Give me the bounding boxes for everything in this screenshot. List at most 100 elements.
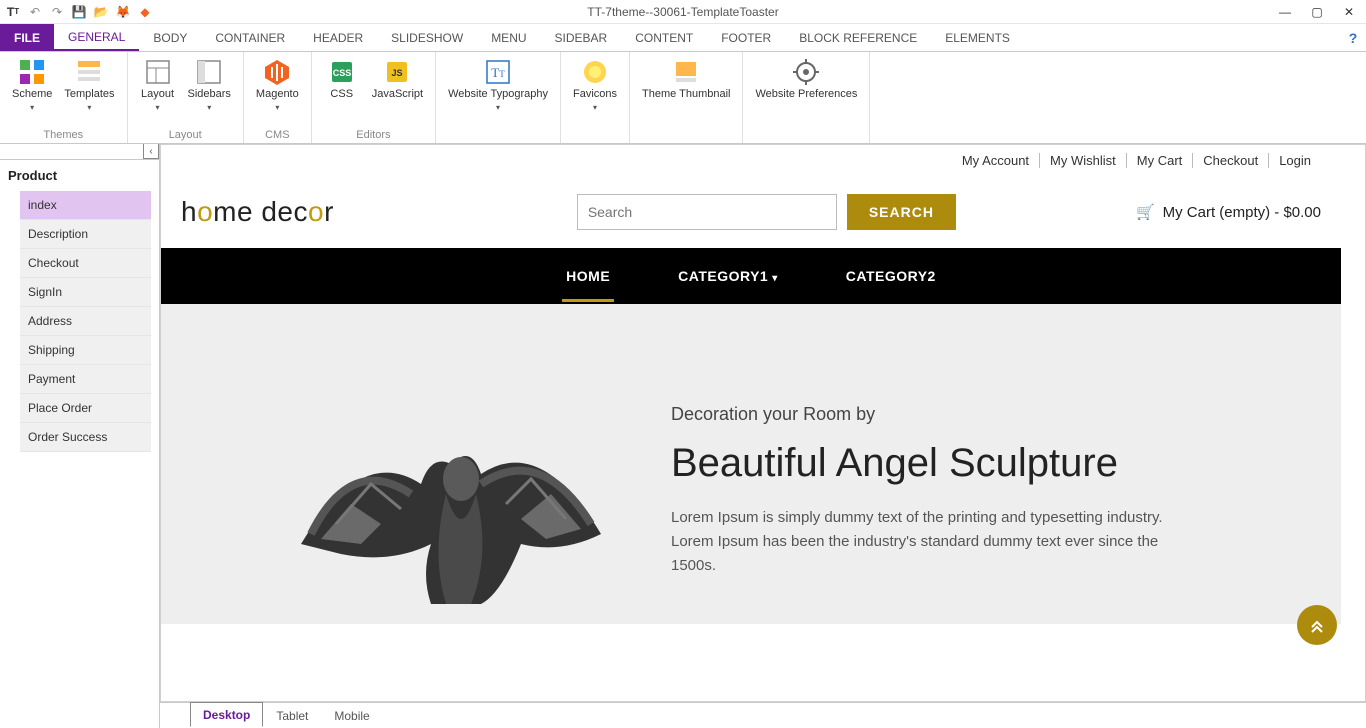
preview-header-row: home decor SEARCH 🛒 My Cart (empty) - $0… bbox=[161, 176, 1341, 248]
ribbon-tab-header[interactable]: HEADER bbox=[299, 24, 377, 51]
ribbon-tab-content[interactable]: CONTENT bbox=[621, 24, 707, 51]
ribbon-tab-block-reference[interactable]: BLOCK REFERENCE bbox=[785, 24, 931, 51]
title-bar: TT ↶ ↷ 💾 📂 🦊 ◆ TT-7theme--30061-Template… bbox=[0, 0, 1366, 24]
quick-access-toolbar: TT ↶ ↷ 💾 📂 🦊 ◆ bbox=[0, 3, 154, 21]
ribbon-group: Scheme▾Templates▾Themes bbox=[0, 52, 128, 143]
ribbon-group: Theme Thumbnail bbox=[630, 52, 743, 143]
ribbon-group: Magento▾CMS bbox=[244, 52, 312, 143]
scroll-to-top-button[interactable] bbox=[1297, 605, 1337, 645]
ribbon-item-css[interactable]: CSSCSS bbox=[318, 54, 366, 129]
open-icon[interactable]: 📂 bbox=[92, 3, 110, 21]
ribbon-item-website-preferences[interactable]: Website Preferences bbox=[749, 54, 863, 141]
sidebar-item-index[interactable]: index bbox=[20, 191, 151, 220]
cart-summary[interactable]: 🛒 My Cart (empty) - $0.00 bbox=[1136, 203, 1321, 221]
preview-canvas: My AccountMy WishlistMy CartCheckoutLogi… bbox=[160, 144, 1366, 702]
hero-headline: Beautiful Angel Sculpture bbox=[671, 441, 1301, 486]
cart-icon: 🛒 bbox=[1136, 203, 1155, 221]
ribbon-tab-footer[interactable]: FOOTER bbox=[707, 24, 785, 51]
js-icon: JS bbox=[383, 58, 411, 86]
close-icon[interactable]: ✕ bbox=[1342, 5, 1356, 19]
nav-item-home[interactable]: HOME bbox=[562, 252, 614, 300]
device-tab-mobile[interactable]: Mobile bbox=[321, 703, 382, 728]
maximize-icon[interactable]: ▢ bbox=[1310, 5, 1324, 19]
ribbon-tab-sidebar[interactable]: SIDEBAR bbox=[541, 24, 622, 51]
typo-icon: TT bbox=[484, 58, 512, 86]
ribbon-item-theme-thumbnail[interactable]: Theme Thumbnail bbox=[636, 54, 736, 141]
product-side-panel: ‹ Product indexDescriptionCheckoutSignIn… bbox=[0, 144, 160, 728]
chevron-down-icon: ▾ bbox=[155, 103, 159, 112]
sidebar-item-address[interactable]: Address bbox=[20, 307, 151, 336]
ribbon-tab-slideshow[interactable]: SLIDESHOW bbox=[377, 24, 477, 51]
hero-eyebrow: Decoration your Room by bbox=[671, 404, 1301, 425]
collapse-panel-icon[interactable]: ‹ bbox=[143, 144, 159, 159]
chevron-down-icon: ▾ bbox=[207, 103, 211, 112]
ribbon-group: TTWebsite Typography▾ bbox=[436, 52, 561, 143]
templates-icon bbox=[75, 58, 103, 86]
top-link-my-wishlist[interactable]: My Wishlist bbox=[1040, 153, 1127, 168]
window-title: TT-7theme--30061-TemplateToaster bbox=[587, 5, 778, 19]
device-tab-tablet[interactable]: Tablet bbox=[263, 703, 321, 728]
sidebar-item-description[interactable]: Description bbox=[20, 220, 151, 249]
search-button[interactable]: SEARCH bbox=[847, 194, 956, 230]
svg-text:JS: JS bbox=[392, 68, 403, 78]
hero-image bbox=[281, 344, 621, 604]
ribbon-tabs: FILE GENERALBODYCONTAINERHEADERSLIDESHOW… bbox=[0, 24, 1366, 52]
ribbon-tab-container[interactable]: CONTAINER bbox=[201, 24, 299, 51]
chevron-down-icon: ▾ bbox=[496, 103, 500, 112]
ribbon-group: CSSCSSJSJavaScriptEditors bbox=[312, 52, 436, 143]
side-panel-header: Product bbox=[0, 160, 159, 191]
chevron-down-icon: ▾ bbox=[772, 273, 778, 284]
ribbon-group: Favicons▾ bbox=[561, 52, 630, 143]
chevron-down-icon: ▾ bbox=[275, 103, 279, 112]
ribbon-tab-body[interactable]: BODY bbox=[139, 24, 201, 51]
magento-qat-icon[interactable]: ◆ bbox=[136, 3, 154, 21]
save-icon[interactable]: 💾 bbox=[70, 3, 88, 21]
sidebar-item-signin[interactable]: SignIn bbox=[20, 278, 151, 307]
scheme-icon bbox=[18, 58, 46, 86]
ribbon-tab-general[interactable]: GENERAL bbox=[54, 24, 139, 51]
search-input[interactable] bbox=[577, 194, 837, 230]
sidebar-item-checkout[interactable]: Checkout bbox=[20, 249, 151, 278]
chevron-down-icon: ▾ bbox=[30, 103, 34, 112]
nav-item-category1[interactable]: CATEGORY1▾ bbox=[674, 252, 782, 300]
favicon-icon bbox=[581, 58, 609, 86]
ribbon-item-javascript[interactable]: JSJavaScript bbox=[366, 54, 429, 129]
hero-section: Decoration your Room by Beautiful Angel … bbox=[161, 304, 1341, 624]
chevron-down-icon: ▾ bbox=[593, 103, 597, 112]
sidebar-item-shipping[interactable]: Shipping bbox=[20, 336, 151, 365]
redo-icon[interactable]: ↷ bbox=[48, 3, 66, 21]
css-icon: CSS bbox=[328, 58, 356, 86]
ribbon-item-scheme[interactable]: Scheme▾ bbox=[6, 54, 58, 129]
ribbon-group: Website Preferences bbox=[743, 52, 870, 143]
ribbon-item-website-typography[interactable]: TTWebsite Typography▾ bbox=[442, 54, 554, 141]
ribbon-item-magento[interactable]: Magento▾ bbox=[250, 54, 305, 129]
undo-icon[interactable]: ↶ bbox=[26, 3, 44, 21]
top-link-my-cart[interactable]: My Cart bbox=[1127, 153, 1194, 168]
sidebar-item-payment[interactable]: Payment bbox=[20, 365, 151, 394]
ribbon-item-favicons[interactable]: Favicons▾ bbox=[567, 54, 623, 141]
ribbon-tab-menu[interactable]: MENU bbox=[477, 24, 540, 51]
ribbon-item-sidebars[interactable]: Sidebars▾ bbox=[182, 54, 237, 129]
minimize-icon[interactable]: — bbox=[1278, 5, 1292, 19]
preview-top-links: My AccountMy WishlistMy CartCheckoutLogi… bbox=[161, 145, 1341, 176]
ribbon-tab-elements[interactable]: ELEMENTS bbox=[931, 24, 1024, 51]
firefox-icon[interactable]: 🦊 bbox=[114, 3, 132, 21]
device-tabs: DesktopTabletMobile bbox=[160, 702, 1366, 728]
top-link-my-account[interactable]: My Account bbox=[952, 153, 1040, 168]
app-icon: TT bbox=[4, 3, 22, 21]
ribbon-item-templates[interactable]: Templates▾ bbox=[58, 54, 120, 129]
file-tab[interactable]: FILE bbox=[0, 24, 54, 51]
top-link-checkout[interactable]: Checkout bbox=[1193, 153, 1269, 168]
layout-icon bbox=[144, 58, 172, 86]
device-tab-desktop[interactable]: Desktop bbox=[190, 702, 263, 727]
sidebar-item-order-success[interactable]: Order Success bbox=[20, 423, 151, 452]
sidebar-item-place-order[interactable]: Place Order bbox=[20, 394, 151, 423]
ribbon-item-layout[interactable]: Layout▾ bbox=[134, 54, 182, 129]
chevron-down-icon: ▾ bbox=[87, 103, 91, 112]
thumb-icon bbox=[672, 58, 700, 86]
help-icon[interactable]: ? bbox=[1340, 24, 1366, 51]
magento-icon bbox=[263, 58, 291, 86]
top-link-login[interactable]: Login bbox=[1269, 153, 1321, 168]
nav-item-category2[interactable]: CATEGORY2 bbox=[842, 252, 940, 300]
preview-main-nav: HOME CATEGORY1▾ CATEGORY2 bbox=[161, 248, 1341, 304]
